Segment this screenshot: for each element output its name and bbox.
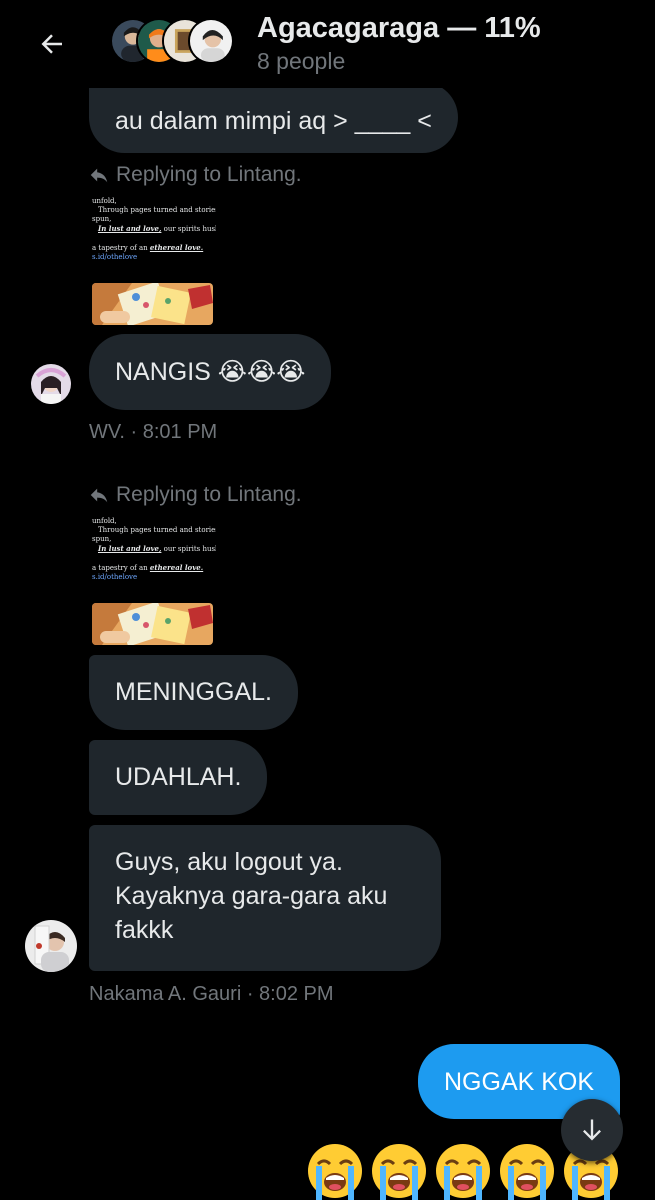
sender-timestamp[interactable]: WV. · 8:01 PM: [89, 421, 217, 444]
quoted-line: Through pages turned and stories: [98, 526, 216, 534]
sender-timestamp[interactable]: Nakama A. Gauri · 8:02 PM: [89, 983, 334, 1006]
reply-arrow-icon: [90, 168, 108, 183]
quoted-line: a tapestry of an: [92, 564, 150, 572]
message-bubble[interactable]: Guys, aku logout ya. Kayaknya gara-gara …: [89, 825, 441, 971]
loudly-crying-face-icon: [500, 1144, 554, 1200]
message-bubble[interactable]: au dalam mimpi aq > ____ <: [89, 82, 458, 153]
quoted-line: our spirits husk.: [161, 545, 216, 553]
quoted-line: spun,: [92, 535, 112, 543]
quoted-line: a tapestry of an: [92, 244, 150, 252]
loudly-crying-face-icon: [372, 1144, 426, 1200]
group-member-count[interactable]: 8 people: [257, 48, 345, 75]
quoted-line: ethereal love.: [149, 243, 204, 252]
quoted-line: our spirits husk.: [161, 225, 216, 233]
quoted-line: spun,: [92, 215, 112, 223]
loudly-crying-face-icon: [308, 1144, 362, 1200]
quoted-image-thumbnail[interactable]: [92, 603, 213, 645]
group-avatars[interactable]: [110, 18, 238, 66]
message-bubble[interactable]: UDAHLAH.: [89, 740, 268, 815]
quoted-link: s.id/othelove: [92, 253, 138, 261]
quoted-line: In lust and love,: [98, 224, 162, 233]
reply-reference[interactable]: Replying to Lintang.: [88, 163, 302, 187]
conversation-header: Agacagaraga — 11% 8 people: [0, 0, 655, 88]
reply-arrow-icon: [90, 488, 108, 503]
message-bubble[interactable]: NANGIS 😭😭😭: [89, 334, 332, 410]
quoted-line: ethereal love.: [149, 563, 204, 572]
quoted-image-thumbnail[interactable]: [92, 283, 213, 325]
quoted-link: s.id/othelove: [92, 573, 138, 581]
arrow-down-icon: [583, 1119, 601, 1141]
reply-label: Replying to Lintang.: [116, 483, 302, 506]
back-button[interactable]: [30, 22, 74, 66]
quoted-line: unfold,: [92, 197, 117, 205]
reply-reference[interactable]: Replying to Lintang.: [88, 483, 302, 507]
quoted-message-preview[interactable]: unfold, Through pages turned and stories…: [92, 197, 216, 262]
arrow-left-icon: [41, 34, 62, 54]
sender-avatar[interactable]: [31, 364, 71, 404]
group-title[interactable]: Agacagaraga — 11%: [257, 12, 541, 45]
message-bubble[interactable]: MENINGGAL.: [89, 655, 298, 730]
loudly-crying-face-icon: [436, 1144, 490, 1200]
sender-avatar[interactable]: [25, 920, 77, 972]
scroll-to-bottom-button[interactable]: [561, 1099, 623, 1161]
quoted-line: In lust and love,: [98, 544, 162, 553]
quoted-line: unfold,: [92, 517, 117, 525]
reply-label: Replying to Lintang.: [116, 163, 302, 186]
group-avatar: [188, 18, 234, 64]
quoted-line: Through pages turned and stories: [98, 206, 216, 214]
quoted-message-preview[interactable]: unfold, Through pages turned and stories…: [92, 517, 216, 582]
